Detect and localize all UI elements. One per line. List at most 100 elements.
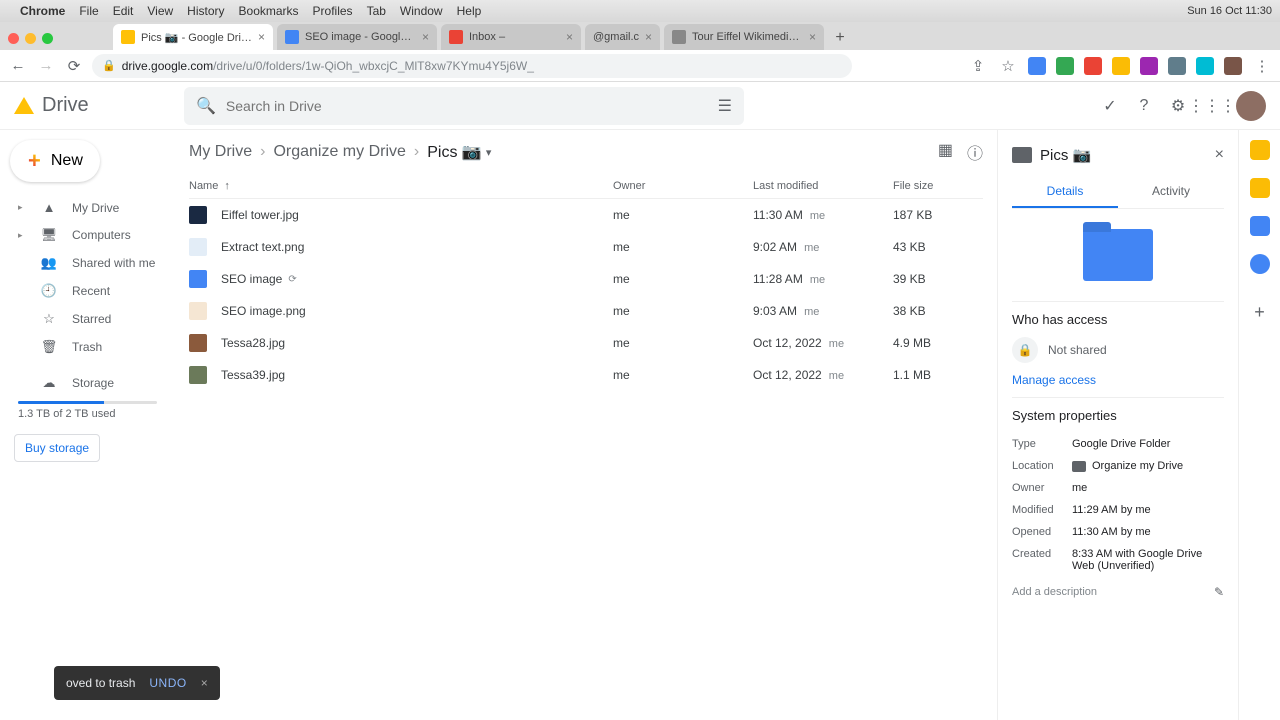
new-button[interactable]: + New [10, 140, 100, 182]
buy-storage-button[interactable]: Buy storage [14, 434, 100, 462]
menu-window[interactable]: Window [400, 4, 443, 18]
extension-icon[interactable] [1056, 57, 1074, 75]
menu-edit[interactable]: Edit [113, 4, 134, 18]
account-avatar[interactable] [1236, 91, 1266, 121]
manage-access-link[interactable]: Manage access [1012, 373, 1096, 387]
sidebar-storage[interactable]: ☁Storage [0, 369, 175, 397]
extension-icon[interactable] [1028, 57, 1046, 75]
col-size[interactable]: File size [893, 180, 983, 192]
menu-history[interactable]: History [187, 4, 224, 18]
file-thumb-icon [189, 366, 207, 384]
file-owner: me [613, 304, 753, 318]
extension-icon[interactable] [1112, 57, 1130, 75]
col-modified[interactable]: Last modified [753, 180, 893, 192]
address-bar[interactable]: 🔒 drive.google.com/drive/u/0/folders/1w-… [92, 54, 852, 78]
sidebar-my-drive[interactable]: ▸▲My Drive [0, 194, 175, 221]
file-modified: 9:03 AM [753, 304, 797, 318]
description-placeholder: Add a description [1012, 586, 1214, 598]
extension-icon[interactable] [1084, 57, 1102, 75]
drive-logo-icon [14, 97, 34, 114]
tab-close-icon[interactable]: × [809, 30, 816, 44]
crumb-my-drive[interactable]: My Drive [189, 143, 252, 161]
window-minimize[interactable] [25, 33, 36, 44]
bookmark-icon[interactable]: ☆ [998, 57, 1018, 75]
menubar-app[interactable]: Chrome [20, 4, 65, 18]
back-button[interactable]: ← [8, 57, 28, 74]
crumb-organize[interactable]: Organize my Drive [273, 143, 405, 161]
browser-tab[interactable]: Pics 📷 - Google Drive × [113, 24, 273, 50]
favicon-icon [672, 30, 686, 44]
window-close[interactable] [8, 33, 19, 44]
drive-logo[interactable]: Drive [14, 94, 174, 117]
details-close-icon[interactable]: × [1215, 146, 1224, 164]
drive-icon: ▲ [40, 200, 58, 215]
extension-icon[interactable] [1224, 57, 1242, 75]
browser-tab[interactable]: Tour Eiffel Wikimedia Comm × [664, 24, 824, 50]
tasks-icon[interactable] [1250, 216, 1270, 236]
settings-icon[interactable]: ⚙ [1168, 96, 1188, 116]
file-name: Tessa39.jpg [221, 368, 285, 382]
add-addon-icon[interactable]: + [1254, 302, 1265, 323]
file-row[interactable]: Tessa39.jpg me Oct 12, 2022 me 1.1 MB [189, 359, 983, 391]
menu-help[interactable]: Help [457, 4, 482, 18]
calendar-icon[interactable] [1250, 140, 1270, 160]
support-icon[interactable]: ? [1134, 96, 1154, 116]
menu-file[interactable]: File [79, 4, 98, 18]
browser-tab[interactable]: @gmail.c × [585, 24, 660, 50]
extensions-icon[interactable]: ⋮ [1252, 57, 1272, 75]
toast-close-icon[interactable]: × [201, 676, 208, 690]
tab-close-icon[interactable]: × [258, 30, 265, 44]
edit-description-icon[interactable]: ✎ [1214, 585, 1224, 599]
grid-view-icon[interactable]: ▦ [938, 140, 953, 164]
contacts-icon[interactable] [1250, 254, 1270, 274]
prop-created: 8:33 AM with Google Drive Web (Unverifie… [1072, 548, 1224, 572]
offline-status-icon[interactable]: ✓ [1100, 96, 1120, 116]
file-row[interactable]: SEO image ⟳ me 11:28 AM me 39 KB [189, 263, 983, 295]
apps-icon[interactable]: ⋮⋮⋮ [1202, 96, 1222, 116]
sort-asc-icon[interactable]: ↑ [224, 180, 230, 192]
file-row[interactable]: Eiffel tower.jpg me 11:30 AM me 187 KB [189, 199, 983, 231]
details-panel: Pics 📷 × Details Activity Who has access… [998, 130, 1238, 720]
menu-profiles[interactable]: Profiles [313, 4, 353, 18]
search-input[interactable] [226, 98, 708, 114]
extension-icon[interactable] [1140, 57, 1158, 75]
menu-view[interactable]: View [147, 4, 173, 18]
sidebar-starred[interactable]: ☆Starred [0, 305, 175, 333]
window-maximize[interactable] [42, 33, 53, 44]
file-modified-by: me [826, 338, 844, 350]
tab-close-icon[interactable]: × [566, 30, 573, 44]
tab-close-icon[interactable]: × [645, 30, 652, 44]
menu-tab[interactable]: Tab [367, 4, 386, 18]
keep-icon[interactable] [1250, 178, 1270, 198]
share-icon[interactable]: ⇪ [968, 57, 988, 75]
new-tab-button[interactable]: + [828, 26, 852, 50]
file-row[interactable]: Tessa28.jpg me Oct 12, 2022 me 4.9 MB [189, 327, 983, 359]
info-icon[interactable]: ⓘ [967, 140, 983, 164]
right-rail: + [1238, 130, 1280, 720]
extension-icon[interactable] [1168, 57, 1186, 75]
file-row[interactable]: Extract text.png me 9:02 AM me 43 KB [189, 231, 983, 263]
prop-location[interactable]: Organize my Drive [1072, 460, 1224, 472]
details-tab-activity[interactable]: Activity [1118, 176, 1224, 208]
plus-icon: + [28, 148, 41, 174]
sidebar-computers[interactable]: ▸🖥Computers [0, 221, 175, 249]
reload-button[interactable]: ⟳ [64, 57, 84, 75]
toast-undo-button[interactable]: UNDO [149, 676, 186, 690]
details-tab-details[interactable]: Details [1012, 176, 1118, 208]
file-row[interactable]: SEO image.png me 9:03 AM me 38 KB [189, 295, 983, 327]
sidebar-recent[interactable]: 🕘Recent [0, 277, 175, 305]
menu-bookmarks[interactable]: Bookmarks [239, 4, 299, 18]
file-name: Tessa28.jpg [221, 336, 285, 350]
col-owner[interactable]: Owner [613, 180, 753, 192]
extension-icon[interactable] [1196, 57, 1214, 75]
forward-button[interactable]: → [36, 57, 56, 74]
search-bar[interactable]: 🔍 ☰ [184, 87, 744, 125]
sidebar-shared[interactable]: 👥Shared with me [0, 249, 175, 277]
browser-tab[interactable]: SEO image - Google Docs × [277, 24, 437, 50]
crumb-current[interactable]: Pics 📷 ▾ [427, 142, 491, 162]
tab-close-icon[interactable]: × [422, 30, 429, 44]
search-filter-icon[interactable]: ☰ [718, 96, 732, 116]
col-name[interactable]: Name [189, 180, 218, 192]
browser-tab[interactable]: Inbox – × [441, 24, 581, 50]
sidebar-trash[interactable]: 🗑Trash [0, 333, 175, 361]
